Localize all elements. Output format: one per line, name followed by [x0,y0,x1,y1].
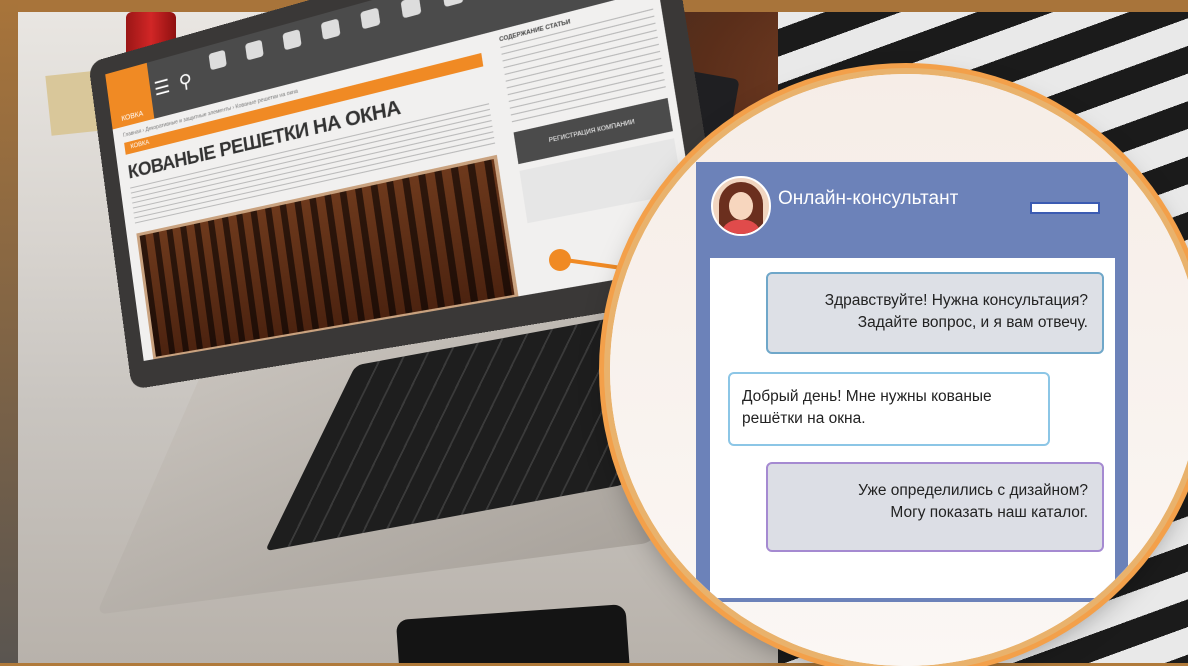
nav-item[interactable] [521,0,563,13]
message-line: Уже определились с дизайном? [858,482,1088,499]
connector-dot [549,249,571,271]
chat-messages: Здравствуйте! Нужна консультация? Задайт… [710,258,1115,598]
nav-item[interactable] [314,17,351,68]
chat-title: Онлайн-консультант [778,188,959,209]
operator-message: Уже определились с дизайном? Могу показа… [766,462,1104,552]
nav-icon [400,0,422,19]
message-line: Добрый день! Мне нужны кованые [742,388,992,405]
nav-item[interactable] [478,0,519,24]
nav-icon [442,0,464,8]
smartphone [395,604,631,663]
nav-item[interactable] [203,48,237,96]
nav-item[interactable] [353,6,391,57]
operator-message: Здравствуйте! Нужна консультация? Задайт… [766,272,1104,354]
nav-icon [360,7,381,30]
nav-item[interactable] [435,0,475,36]
nav-item[interactable] [276,27,312,77]
frame-left [0,0,18,663]
message-line: Здравствуйте! Нужна консультация? [824,292,1088,309]
operator-avatar [711,176,771,236]
search-icon[interactable]: ⚲ [172,68,199,96]
message-line: Задайте вопрос, и я вам отвечу. [857,314,1088,331]
nav-item[interactable] [394,0,433,46]
menu-icon[interactable]: ☰ [149,74,175,101]
nav-icon [282,29,302,51]
nav-icon [244,39,264,61]
avatar-face [729,192,753,220]
nav-icon [208,49,227,71]
user-message: Добрый день! Мне нужны кованые решётки н… [728,372,1050,446]
chat-header: Онлайн-консультант [696,162,1128,258]
message-line: решётки на окна. [742,410,866,427]
minimize-button[interactable] [1030,202,1100,214]
message-line: Могу показать наш каталог. [890,504,1088,521]
magnifier-circle: Онлайн-консультант Здравствуйте! Нужна к… [610,74,1188,666]
nav-item[interactable] [239,38,274,87]
chat-window: Онлайн-консультант Здравствуйте! Нужна к… [696,162,1128,602]
nav-icon [320,18,341,41]
